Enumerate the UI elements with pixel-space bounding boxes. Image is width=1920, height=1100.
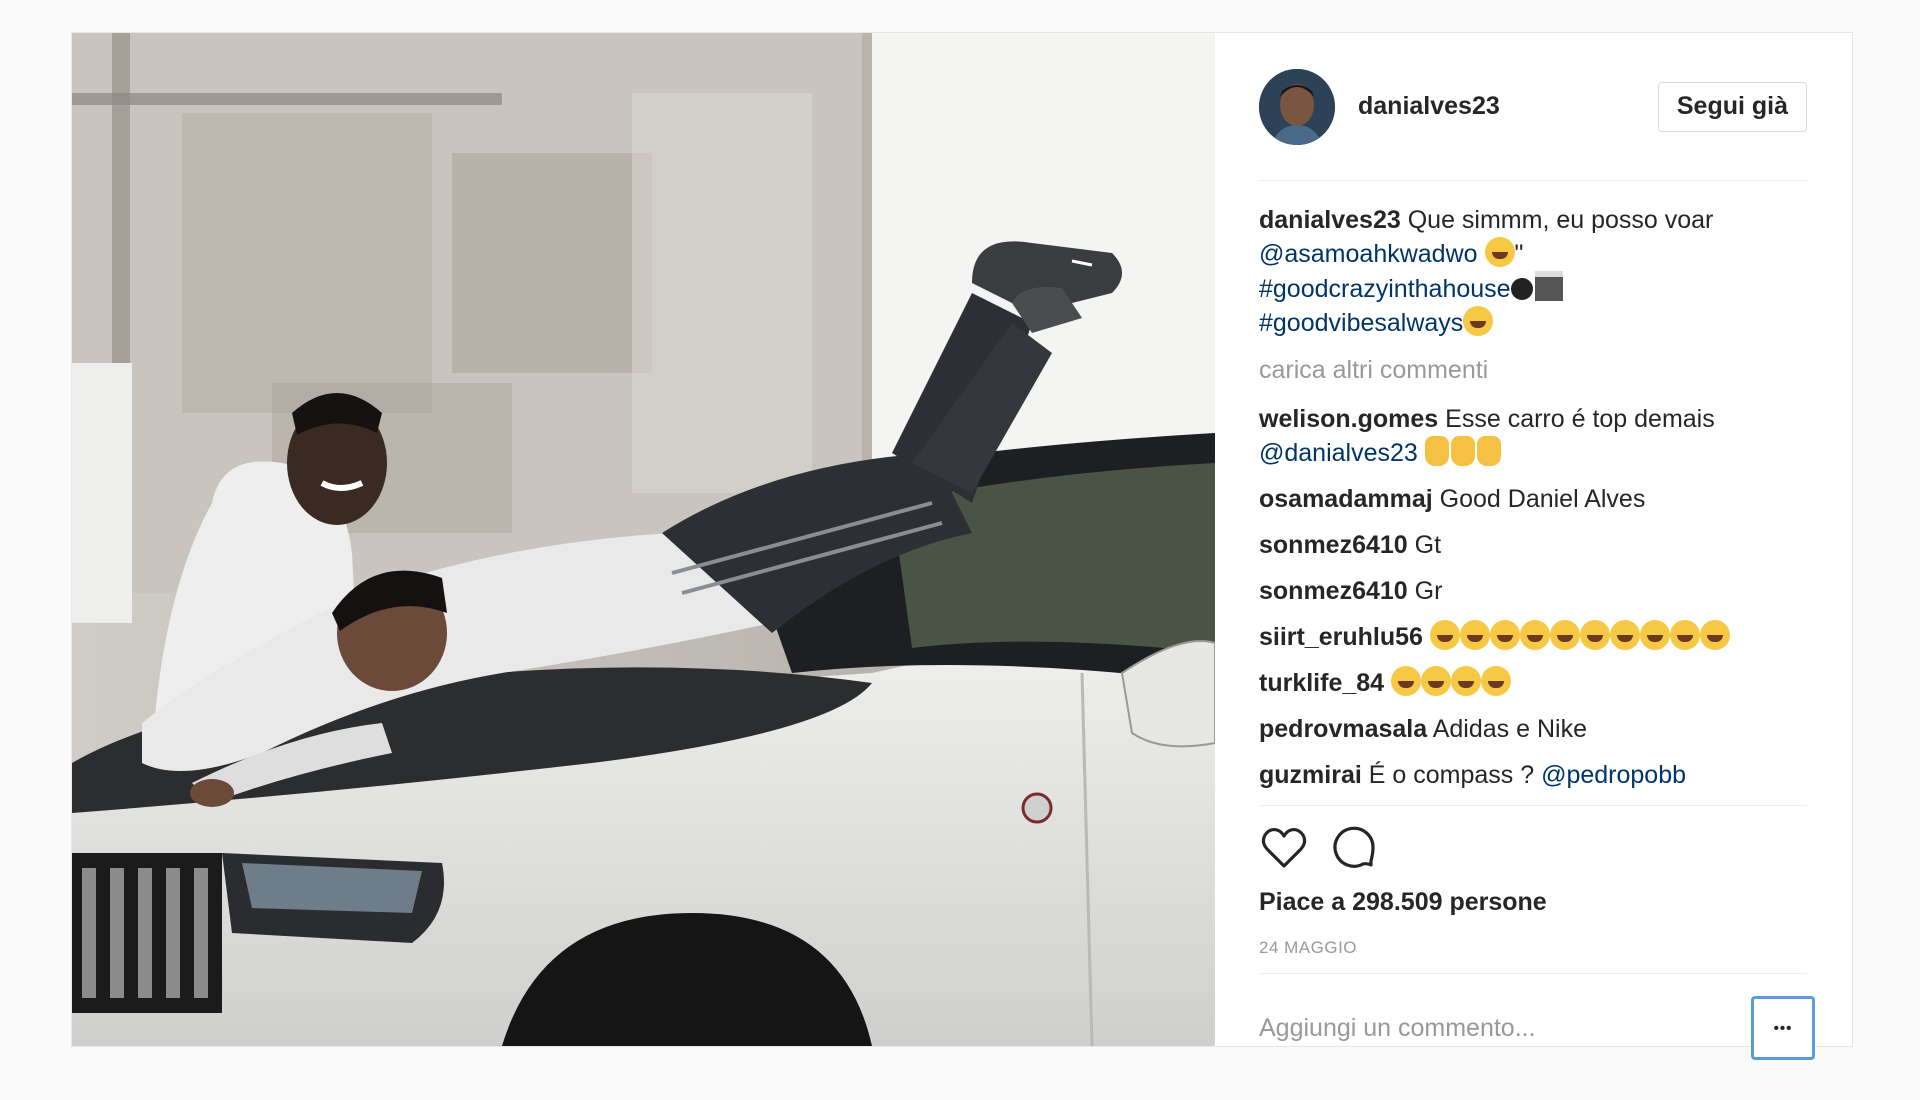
comment-username[interactable]: osamadammaj — [1259, 485, 1433, 513]
caption-hashtag-2[interactable]: #goodvibesalways — [1259, 309, 1463, 337]
laughing-emoji-icon — [1549, 620, 1580, 650]
comment-username[interactable]: siirt_eruhlu56 — [1259, 623, 1423, 651]
comment-input[interactable] — [1259, 1008, 1739, 1048]
clapper-emoji-icon — [1534, 271, 1563, 301]
laughing-emoji-icon — [1639, 620, 1670, 650]
laughing-emoji-icon — [1481, 666, 1512, 696]
post-date[interactable]: 24 MAGGIO — [1259, 938, 1357, 958]
post-sidebar: danialves23 Segui già danialves23 Que si… — [1215, 33, 1852, 1060]
post-card: danialves23 Segui già danialves23 Que si… — [71, 32, 1853, 1060]
comment-mention[interactable]: @danialves23 — [1259, 439, 1418, 467]
clap-emoji-icon — [1450, 436, 1475, 466]
laughing-emoji-icon — [1669, 620, 1700, 650]
winking-tongue-emoji-icon — [1463, 306, 1494, 336]
comment-item: welison.gomes Esse carro é top demais @d… — [1259, 402, 1807, 470]
photo-illustration — [72, 33, 1215, 1046]
comment-item: osamadammaj Good Daniel Alves — [1259, 482, 1807, 516]
post-caption: danialves23 Que simmm, eu posso voar @as… — [1259, 203, 1807, 340]
laughing-emoji-icon — [1699, 620, 1730, 650]
action-bar — [1259, 823, 1379, 873]
divider — [1259, 805, 1807, 806]
laughing-emoji-icon — [1451, 666, 1482, 696]
laughing-emoji-icon — [1579, 620, 1610, 650]
laughing-emoji-icon — [1391, 666, 1422, 696]
caption-mention[interactable]: @asamoahkwadwo — [1259, 240, 1478, 268]
more-options-label: ••• — [1773, 1019, 1793, 1037]
laughing-emoji-icon — [1519, 620, 1550, 650]
caption-username[interactable]: danialves23 — [1259, 206, 1401, 234]
comment-text: Good Daniel Alves — [1439, 485, 1646, 513]
comment-item: sonmez6410 Gt — [1259, 528, 1807, 562]
comments-list[interactable]: danialves23 Que simmm, eu posso voar @as… — [1259, 203, 1807, 793]
comment-item: siirt_eruhlu56 — [1259, 620, 1807, 654]
comment-username[interactable]: turklife_84 — [1259, 669, 1384, 697]
comment-username[interactable]: sonmez6410 — [1259, 577, 1408, 605]
caption-text: Que simmm, eu posso voar — [1407, 206, 1714, 234]
likes-count[interactable]: Piace a 298.509 persone — [1259, 888, 1547, 917]
comment-item: pedrovmasala Adidas e Nike — [1259, 712, 1807, 746]
laughing-emoji-row — [1391, 666, 1512, 697]
comment-icon[interactable] — [1329, 823, 1379, 873]
caption-hashtag-1[interactable]: #goodcrazyinthahouse — [1259, 275, 1511, 303]
heart-icon[interactable] — [1259, 823, 1309, 873]
laughing-emoji-icon — [1484, 237, 1515, 267]
comment-username[interactable]: welison.gomes — [1259, 405, 1438, 433]
caption-quote: " — [1514, 240, 1524, 268]
comment-text: Adidas e Nike — [1432, 715, 1587, 743]
laughing-emoji-icon — [1459, 620, 1490, 650]
following-button[interactable]: Segui già — [1657, 81, 1807, 132]
comment-mention[interactable]: @pedropobb — [1541, 761, 1686, 789]
more-options-button[interactable]: ••• — [1751, 996, 1815, 1060]
comment-username[interactable]: pedrovmasala — [1259, 715, 1427, 743]
post-username[interactable]: danialves23 — [1358, 92, 1500, 121]
laughing-emoji-icon — [1421, 666, 1452, 696]
comment-username[interactable]: guzmirai — [1259, 761, 1362, 789]
comment-text: Esse carro é top demais — [1445, 405, 1715, 433]
clap-emoji-icon — [1424, 436, 1449, 466]
comment-item: turklife_84 — [1259, 666, 1807, 700]
comment-text: Gt — [1414, 531, 1442, 559]
post-header: danialves23 Segui già — [1259, 33, 1807, 181]
comment-item: guzmirai É o compass ? @pedropobb — [1259, 758, 1807, 792]
laughing-emoji-icon — [1489, 620, 1520, 650]
avatar[interactable] — [1259, 68, 1335, 145]
comment-username[interactable]: sonmez6410 — [1259, 531, 1408, 559]
avatar-image — [1259, 68, 1335, 145]
laughing-emoji-icon — [1429, 620, 1460, 650]
comment-text: É o compass ? — [1368, 761, 1535, 789]
comment-item: sonmez6410 Gr — [1259, 574, 1807, 608]
laughing-emoji-row — [1429, 620, 1730, 651]
post-photo[interactable] — [72, 33, 1215, 1046]
laughing-emoji-icon — [1609, 620, 1640, 650]
divider — [1259, 973, 1807, 974]
comment-text: Gr — [1414, 577, 1443, 605]
clap-emoji-icon — [1476, 436, 1501, 466]
bomb-emoji-icon — [1510, 278, 1533, 300]
load-more-comments[interactable]: carica altri commenti — [1259, 353, 1807, 387]
